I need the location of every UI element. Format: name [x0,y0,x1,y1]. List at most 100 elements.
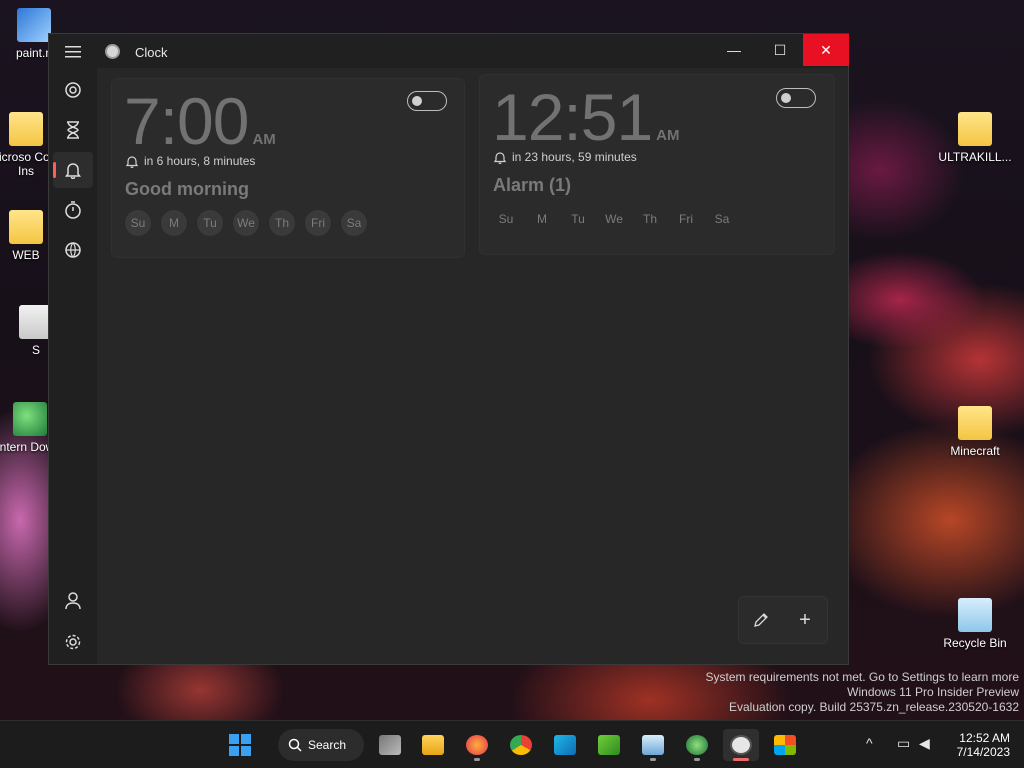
alarm-card[interactable]: 12:51 AM in 23 hours, 59 minutes Alarm (1… [479,74,835,255]
volume-icon[interactable]: ◀ [919,735,930,752]
watermark-line: System requirements not met. Go to Setti… [705,670,1019,684]
clock-button[interactable] [723,729,759,761]
nav-item-settings[interactable] [53,624,93,660]
firefox-icon [466,735,488,755]
nav-item-stopwatch[interactable] [53,192,93,228]
add-alarm-button[interactable]: + [783,597,827,643]
network-icon[interactable]: ▭ [897,735,910,752]
clock-window: Clock — ☐ ✕ 7:00 AM in 6 hours, 8 minute… [48,33,849,665]
folder-icon [958,112,992,146]
alarm-ampm: AM [656,127,680,144]
nav-item-timer[interactable] [53,112,93,148]
pencil-icon [754,613,768,627]
alarm-remaining: in 6 hours, 8 minutes [126,154,255,168]
app-icon [554,735,576,755]
taskbar: Search ^ ▭ ◀ 12:52 AM 7/14/2023 [0,720,1024,768]
toggle-knob [781,93,791,103]
desktop-icon-minecraft[interactable]: Minecraft [935,406,1015,458]
task-manager-button[interactable] [635,729,671,761]
desktop-icon-recycle-bin[interactable]: Recycle Bin [935,598,1015,650]
activation-watermark: System requirements not met. Go to Setti… [706,670,1019,715]
store-button[interactable] [767,729,803,761]
alarms-page: 7:00 AM in 6 hours, 8 minutes Good mornin… [97,68,848,664]
alarm-card[interactable]: 7:00 AM in 6 hours, 8 minutes Good mornin… [111,78,465,258]
gear-icon [65,634,81,650]
desktop-icon-label: Minecraft [950,444,1000,458]
minecraft-icon [598,735,620,755]
search-label: Search [308,738,347,752]
alarm-time-value: 7:00 [124,84,249,158]
alarm-days: Su M Tu We Th Fri Sa [493,206,735,232]
alarm-actions: + [738,596,828,644]
alarm-remaining: in 23 hours, 59 minutes [494,150,637,164]
alarm-name: Good morning [125,179,249,199]
maximize-button[interactable]: ☐ [757,34,803,66]
chrome-button[interactable] [503,729,539,761]
hourglass-icon [67,121,79,139]
desktop-icon-label: ULTRAKILL... [938,150,1012,164]
close-button[interactable]: ✕ [803,34,849,66]
day-chip: Su [498,212,514,226]
desktop-icon-ultrakill[interactable]: ULTRAKILL... [935,112,1015,164]
clock-time: 12:52 AM [959,731,1010,745]
taskbar-search[interactable]: Search [278,729,364,761]
nav-item-world-clock[interactable] [53,232,93,268]
day-chip: Th [642,212,657,226]
file-explorer-button[interactable] [415,729,451,761]
minimize-button[interactable]: — [711,34,757,66]
day-chip: Su [125,210,151,236]
day-chip: Tu [197,210,223,236]
bell-icon [126,155,138,168]
clock-app-icon [105,44,120,59]
edit-alarms-button[interactable] [739,597,783,643]
app-button[interactable] [547,729,583,761]
alarm-toggle[interactable] [407,91,447,111]
day-chip: We [605,212,623,226]
alarm-toggle[interactable] [776,88,816,108]
start-button[interactable] [222,729,258,761]
alarm-name: Alarm (1) [493,175,572,195]
store-icon [774,735,796,755]
nav-item-focus[interactable] [53,72,93,108]
alarm-time-value: 12:51 [492,80,653,154]
day-chip: M [537,212,547,226]
task-view-icon [379,735,401,755]
alarm-ampm: AM [252,131,276,148]
alarm-remaining-text: in 23 hours, 59 minutes [512,150,637,164]
alarm-remaining-text: in 6 hours, 8 minutes [144,154,256,168]
chrome-folder-icon [9,210,43,244]
hamburger-menu-button[interactable] [53,34,93,70]
minecraft-button[interactable] [591,729,627,761]
clock-date: 7/14/2023 [956,745,1010,759]
clock-icon [730,735,752,755]
globe-icon [686,735,708,755]
watermark-line: Windows 11 Pro Insider Preview [847,685,1019,699]
system-clock[interactable]: 12:52 AM 7/14/2023 [957,731,1010,759]
nav-rail [49,34,97,664]
nav-item-account[interactable] [53,583,93,619]
focus-icon [65,82,81,98]
toggle-knob [412,96,422,106]
nav-item-alarm[interactable] [53,152,93,188]
day-chip: Fri [679,212,693,226]
folder-icon [9,112,43,146]
person-icon [65,592,81,610]
stopwatch-icon [65,201,81,219]
chevron-up-icon[interactable]: ^ [866,735,873,751]
day-chip: Sa [341,210,367,236]
firefox-button[interactable] [459,729,495,761]
chrome-icon [510,735,532,755]
running-indicator [733,758,749,761]
running-indicator [650,758,656,761]
title-bar[interactable]: Clock — ☐ ✕ [49,34,849,68]
search-icon [288,738,302,752]
internet-download-button[interactable] [679,729,715,761]
alarm-time: 12:51 AM [492,79,680,155]
paint-icon [17,8,51,42]
watermark-line: Evaluation copy. Build 25375.zn_release.… [729,700,1019,714]
bell-icon [65,163,81,179]
day-chip: Fri [305,210,331,236]
task-view-button[interactable] [372,729,408,761]
globe-icon [13,402,47,436]
day-chip: M [161,210,187,236]
